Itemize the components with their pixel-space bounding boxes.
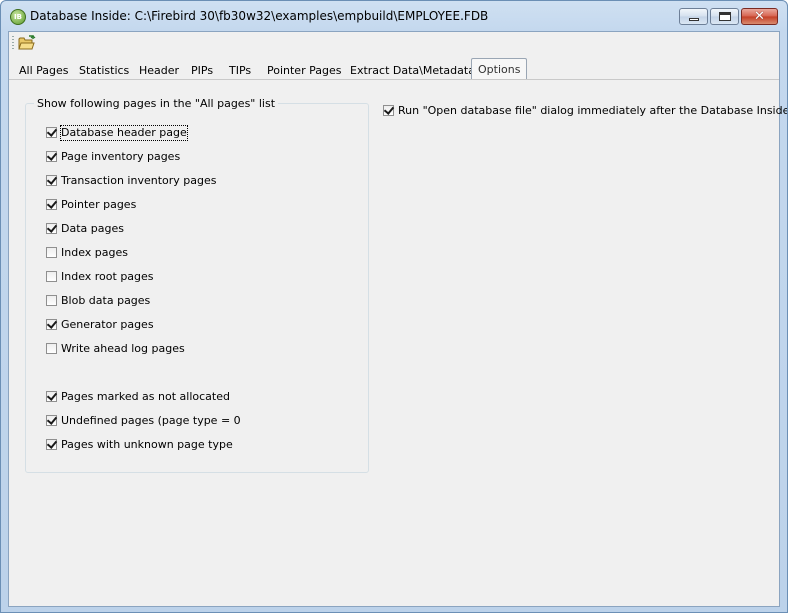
checkbox-box[interactable] [46, 295, 57, 306]
checkbox-label: Pages with unknown page type [61, 438, 233, 451]
folder-open-icon [18, 35, 36, 50]
checkbox-box[interactable] [46, 439, 57, 450]
main-window: IB Database Inside: C:\Firebird 30\fb30w… [0, 0, 788, 613]
client-area: All Pages Statistics Header PIPs TIPs Po… [8, 31, 787, 607]
app-icon[interactable]: IB [10, 9, 26, 25]
options-panel: Show following pages in the "All pages" … [9, 80, 787, 606]
tab-statistics[interactable]: Statistics [79, 62, 129, 80]
tab-pointer-pages[interactable]: Pointer Pages [267, 62, 341, 80]
open-database-button[interactable] [18, 35, 36, 51]
checkbox-box[interactable] [46, 343, 57, 354]
checkbox-box[interactable] [46, 319, 57, 330]
group-title: Show following pages in the "All pages" … [34, 97, 279, 110]
checkbox-label: Page inventory pages [61, 150, 181, 163]
maximize-icon [719, 12, 731, 21]
checkbox-box[interactable] [46, 127, 57, 138]
checkbox-label: Write ahead log pages [61, 342, 185, 355]
tab-header[interactable]: Header [139, 62, 179, 80]
checkbox-box[interactable] [46, 199, 57, 210]
title-bar[interactable]: IB Database Inside: C:\Firebird 30\fb30w… [1, 1, 787, 31]
minimize-icon [689, 18, 699, 21]
checkbox-box[interactable] [46, 151, 57, 162]
checkbox-label: Data pages [61, 222, 124, 235]
checkbox-label: Transaction inventory pages [61, 174, 217, 187]
close-button[interactable]: ✕ [741, 8, 778, 25]
checkbox-box[interactable] [46, 247, 57, 258]
tab-tips[interactable]: TIPs [229, 62, 251, 80]
checkbox-box[interactable] [46, 271, 57, 282]
checkbox-label: Run "Open database file" dialog immediat… [398, 104, 788, 117]
toolbar-grip[interactable] [12, 36, 14, 50]
all-pages-list-group: Show following pages in the "All pages" … [25, 97, 369, 473]
checkbox-box[interactable] [46, 391, 57, 402]
checkbox-label: Undefined pages (page type = 0 [61, 414, 241, 427]
checkbox-label: Blob data pages [61, 294, 151, 307]
checkbox-box[interactable] [46, 415, 57, 426]
maximize-button[interactable] [710, 8, 739, 25]
tab-pips[interactable]: PIPs [191, 62, 213, 80]
checkbox-box[interactable] [46, 175, 57, 186]
checkbox-box[interactable] [383, 105, 394, 116]
checkbox-label: Index root pages [61, 270, 154, 283]
tab-options[interactable]: Options [471, 58, 528, 81]
checkbox-label: Database header page [60, 125, 188, 141]
checkbox-label: Pointer pages [61, 198, 137, 211]
checkbox-label: Generator pages [61, 318, 154, 331]
minimize-button[interactable] [679, 8, 708, 25]
checkbox-box[interactable] [46, 223, 57, 234]
checkbox-label: Pages marked as not allocated [61, 390, 230, 403]
tab-all-pages[interactable]: All Pages [19, 62, 69, 80]
tab-extract-data-metadata[interactable]: Extract Data\Metadata [350, 62, 475, 80]
checkbox-label: Index pages [61, 246, 128, 259]
close-icon: ✕ [754, 9, 765, 24]
toolbar [9, 32, 779, 54]
window-title: Database Inside: C:\Firebird 30\fb30w32\… [30, 9, 489, 23]
